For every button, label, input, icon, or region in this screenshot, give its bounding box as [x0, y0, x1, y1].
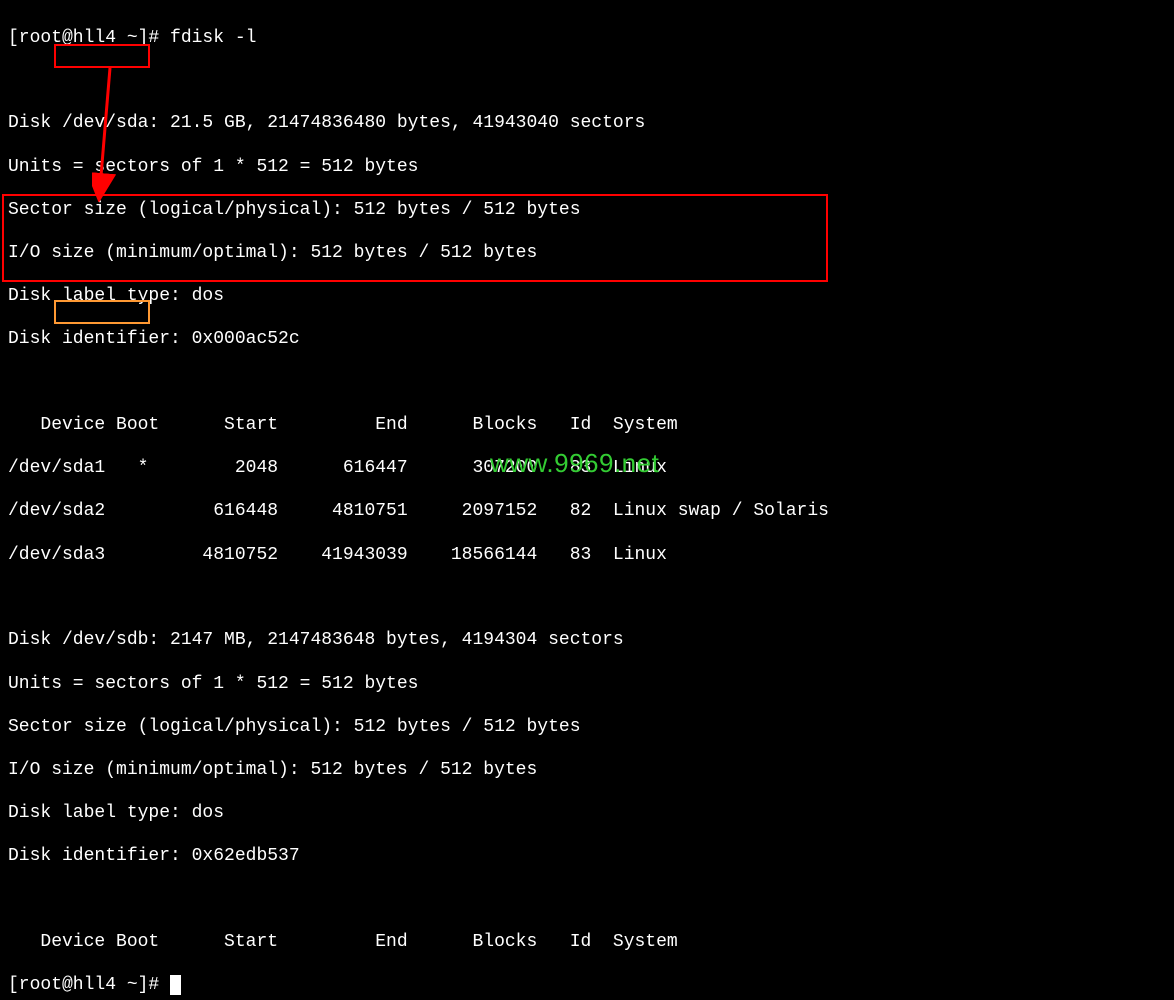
prompt-line: [root@hll4 ~]# fdisk -l — [8, 28, 1166, 50]
disk-sda-sector: Sector size (logical/physical): 512 byte… — [8, 200, 1166, 222]
partition-row-sda3: /dev/sda3 4810752 41943039 18566144 83 L… — [8, 545, 1166, 567]
disk-sdb-io: I/O size (minimum/optimal): 512 bytes / … — [8, 760, 1166, 782]
disk-sdb-label: Disk label type: dos — [8, 803, 1166, 825]
disk-sdb-sector: Sector size (logical/physical): 512 byte… — [8, 717, 1166, 739]
partition-row-sda1: /dev/sda1 * 2048 616447 307200 83 Linux — [8, 458, 1166, 480]
disk-sda-header: Disk /dev/sda: 21.5 GB, 21474836480 byte… — [8, 113, 1166, 135]
terminal-output[interactable]: [root@hll4 ~]# fdisk -l Disk /dev/sda: 2… — [8, 6, 1166, 1000]
blank-line — [8, 373, 1166, 394]
blank-line — [8, 71, 1166, 92]
disk-sdb-identifier: Disk identifier: 0x62edb537 — [8, 846, 1166, 868]
blank-line — [8, 890, 1166, 911]
partition-row-sda2: /dev/sda2 616448 4810751 2097152 82 Linu… — [8, 501, 1166, 523]
disk-sda-io: I/O size (minimum/optimal): 512 bytes / … — [8, 243, 1166, 265]
cursor-icon — [170, 975, 181, 995]
disk-sda-identifier: Disk identifier: 0x000ac52c — [8, 329, 1166, 351]
disk-sda-units: Units = sectors of 1 * 512 = 512 bytes — [8, 157, 1166, 179]
partition-table-header: Device Boot Start End Blocks Id System — [8, 932, 1166, 954]
partition-table-header: Device Boot Start End Blocks Id System — [8, 415, 1166, 437]
blank-line — [8, 588, 1166, 609]
prompt-line: [root@hll4 ~]# — [8, 975, 1166, 997]
disk-sdb-header: Disk /dev/sdb: 2147 MB, 2147483648 bytes… — [8, 630, 1166, 652]
disk-sda-label: Disk label type: dos — [8, 286, 1166, 308]
disk-sdb-units: Units = sectors of 1 * 512 = 512 bytes — [8, 674, 1166, 696]
